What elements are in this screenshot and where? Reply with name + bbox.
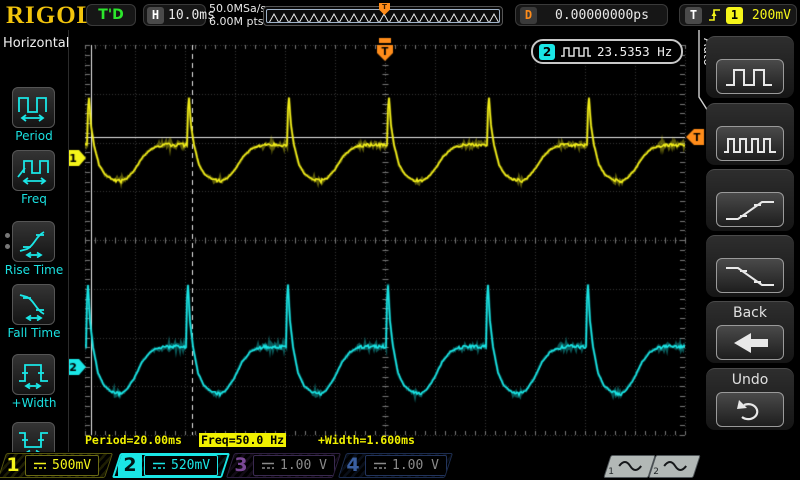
sine-icon: [662, 459, 688, 473]
channel-4-status[interactable]: 4 1.00 V: [338, 453, 453, 478]
channel-status-bar: 1 500mV 2 520mV: [0, 452, 800, 480]
sidebar-item-fall-time[interactable]: [12, 284, 55, 325]
sample-rate: 50.0MSa/s: [209, 2, 266, 15]
generator-2-status[interactable]: 2: [648, 455, 700, 478]
sidebar-item-period-label: Period: [0, 129, 68, 143]
measure-sidebar: Horizontal Period Freq: [0, 30, 69, 452]
sine-icon: [617, 459, 643, 473]
freq-icon: [15, 154, 53, 187]
rise-time-icon: [15, 225, 53, 258]
trigger-level-value: 200mV: [748, 8, 791, 23]
menu-button-single-pulse[interactable]: [706, 36, 794, 98]
rising-ramp-icon: [720, 196, 780, 224]
channel-3-scale: 1.00 V: [280, 458, 327, 473]
dc-coupling-icon: [33, 461, 47, 471]
measure-source-badge: 2: [539, 44, 555, 60]
measurement-popup: 2 23.5353 Hz: [531, 39, 683, 64]
channel-2-scale: 520mV: [171, 458, 210, 473]
sidebar-item-fall-time-label: Fall Time: [0, 326, 68, 340]
waveform-overview-bar: T: [263, 6, 503, 26]
timebase-panel: H 10.0ms: [143, 4, 206, 26]
trigger-status-badge: T'D: [86, 4, 136, 26]
measure-result-freq[interactable]: Freq=50.0 Hz: [199, 433, 286, 447]
t-label-chip: T: [685, 7, 702, 24]
measure-result-pwidth[interactable]: +Width=1.600ms: [318, 433, 415, 447]
back-button-label: Back: [706, 305, 794, 321]
channel-4-scale: 1.00 V: [392, 458, 439, 473]
sidebar-item-plus-width-label: +Width: [0, 396, 68, 410]
channel-3-number: 3: [231, 453, 251, 478]
sidebar-item-period[interactable]: [12, 87, 55, 128]
back-arrow-icon: [720, 329, 780, 357]
single-pulse-icon: [720, 63, 780, 91]
timebase-value: 10.0ms: [168, 8, 215, 23]
trigger-source-badge: 1: [726, 7, 743, 24]
falling-ramp-icon: [720, 262, 780, 290]
rigol-logo: RIGOL: [6, 2, 94, 30]
menu-button-rising-ramp[interactable]: [706, 169, 794, 231]
acquisition-info: 50.0MSa/s 6.00M pts: [209, 2, 266, 28]
sidebar-item-rise-time[interactable]: [12, 221, 55, 262]
dc-coupling-icon: [373, 461, 387, 471]
trigger-panel: T 1 200mV: [679, 4, 797, 26]
sidebar-item-plus-width[interactable]: [12, 354, 55, 395]
measure-value: 23.5353 Hz: [597, 44, 672, 59]
channel-2-number: 2: [118, 454, 142, 477]
sidebar-title: Horizontal: [3, 36, 69, 51]
channel-3-status[interactable]: 3 1.00 V: [226, 453, 341, 478]
menu-button-multi-pulse[interactable]: [706, 103, 794, 165]
sidebar-item-freq-label: Freq: [0, 192, 68, 206]
oscilloscope-screen: RIGOL T'D H 10.0ms 50.0MSa/s 6.00M pts T…: [0, 0, 800, 480]
menu-button-falling-ramp[interactable]: [706, 235, 794, 297]
fall-time-icon: [15, 288, 53, 321]
rising-edge-icon: [707, 7, 721, 23]
generator-1-status[interactable]: 1: [603, 455, 655, 478]
dc-coupling-icon: [152, 461, 166, 471]
period-icon: [15, 91, 53, 124]
channel-1-scale: 500mV: [52, 458, 91, 473]
menu-button-undo[interactable]: Undo: [706, 368, 794, 430]
channel-1-status[interactable]: 1 500mV: [0, 453, 113, 478]
memory-depth: 6.00M pts: [209, 15, 266, 28]
page-indicator-dot: [5, 244, 10, 249]
undo-button-label: Undo: [706, 372, 794, 388]
undo-arrow-icon: [720, 396, 780, 424]
delay-panel: D 0.00000000ps: [515, 4, 668, 26]
channel-2-status[interactable]: 2 520mV: [112, 453, 230, 478]
plus-width-icon: [15, 358, 53, 391]
d-label-chip: D: [520, 7, 537, 24]
h-label-chip: H: [147, 7, 164, 24]
generator-2-number: 2: [653, 467, 659, 477]
page-indicator-dot: [5, 233, 10, 238]
menu-button-back[interactable]: Back: [706, 301, 794, 363]
graticule-display: [0, 30, 710, 452]
delay-value: 0.00000000ps: [541, 8, 663, 23]
generator-1-number: 1: [608, 467, 614, 477]
dc-coupling-icon: [261, 461, 275, 471]
channel-1-number: 1: [3, 453, 23, 478]
sidebar-item-freq[interactable]: [12, 150, 55, 191]
channel-4-number: 4: [343, 453, 363, 478]
measure-result-period[interactable]: Period=20.00ms: [85, 433, 182, 447]
freq-wave-icon: [559, 45, 593, 59]
sidebar-item-rise-time-label: Rise Time: [0, 263, 68, 277]
multi-pulse-icon: [720, 130, 780, 158]
